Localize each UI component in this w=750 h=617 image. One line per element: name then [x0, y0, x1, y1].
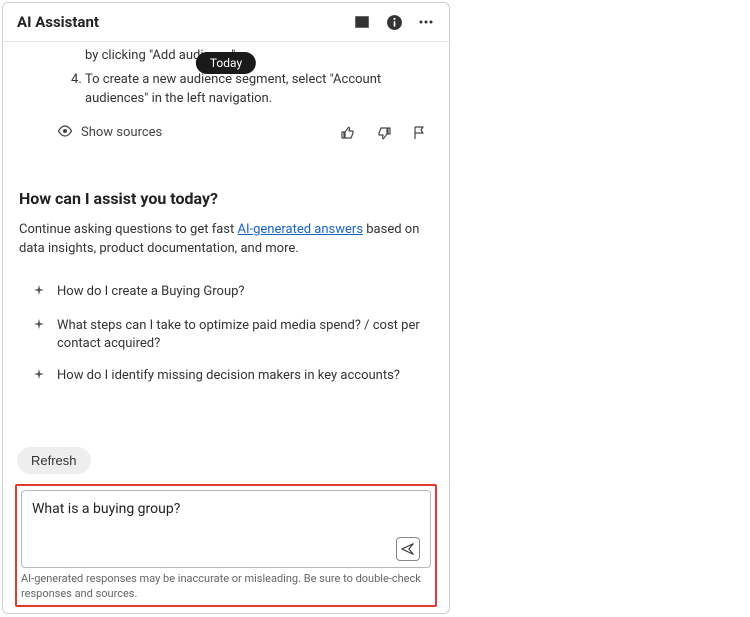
show-sources-button[interactable]: Show sources	[57, 123, 162, 143]
sparkle-icon	[33, 369, 47, 387]
panel-title: AI Assistant	[17, 13, 99, 31]
send-icon	[401, 542, 415, 556]
ai-assistant-panel: AI Assistant Today by clicking "Add audi…	[2, 2, 450, 614]
header-actions	[353, 13, 435, 31]
sparkle-icon	[33, 285, 47, 303]
feedback-icons	[339, 124, 429, 142]
input-highlight-zone: AI-generated responses may be inaccurate…	[15, 484, 437, 607]
suggestion-item[interactable]: How do I identify missing decision maker…	[33, 367, 433, 387]
fullscreen-icon[interactable]	[353, 13, 371, 31]
suggestion-text: How do I create a Buying Group?	[57, 283, 245, 301]
sources-row: Show sources	[57, 123, 433, 143]
suggestion-text: How do I identify missing decision maker…	[57, 367, 400, 385]
suggestion-item[interactable]: How do I create a Buying Group?	[33, 283, 433, 303]
send-button[interactable]	[396, 537, 420, 561]
assist-heading: How can I assist you today?	[19, 189, 433, 208]
panel-header: AI Assistant	[3, 3, 449, 42]
show-sources-label: Show sources	[81, 125, 162, 140]
content-area: Today by clicking "Add audience" To crea…	[3, 42, 449, 441]
message-input-box[interactable]	[21, 490, 431, 568]
suggestion-text: What steps can I take to optimize paid m…	[57, 317, 433, 353]
thumbs-up-icon[interactable]	[339, 124, 357, 142]
assist-sub-prefix: Continue asking questions to get fast	[19, 222, 237, 237]
answer-item-4: To create a new audience segment, select…	[85, 70, 433, 109]
disclaimer-text: AI-generated responses may be inaccurate…	[21, 572, 431, 601]
sparkle-icon	[33, 319, 47, 337]
message-input[interactable]	[32, 501, 420, 537]
answer-excerpt: by clicking "Add audience" To create a n…	[67, 42, 433, 109]
ai-answers-link[interactable]: AI-generated answers	[237, 222, 363, 237]
refresh-button[interactable]: Refresh	[17, 447, 91, 474]
assist-subtext: Continue asking questions to get fast AI…	[19, 220, 433, 259]
info-icon[interactable]	[385, 13, 403, 31]
more-icon[interactable]	[417, 13, 435, 31]
flag-icon[interactable]	[411, 124, 429, 142]
today-badge: Today	[196, 52, 256, 74]
suggestion-item[interactable]: What steps can I take to optimize paid m…	[33, 317, 433, 353]
thumbs-down-icon[interactable]	[375, 124, 393, 142]
eye-icon	[57, 123, 73, 143]
bottom-area: Refresh AI-generated responses may be in…	[3, 441, 449, 613]
